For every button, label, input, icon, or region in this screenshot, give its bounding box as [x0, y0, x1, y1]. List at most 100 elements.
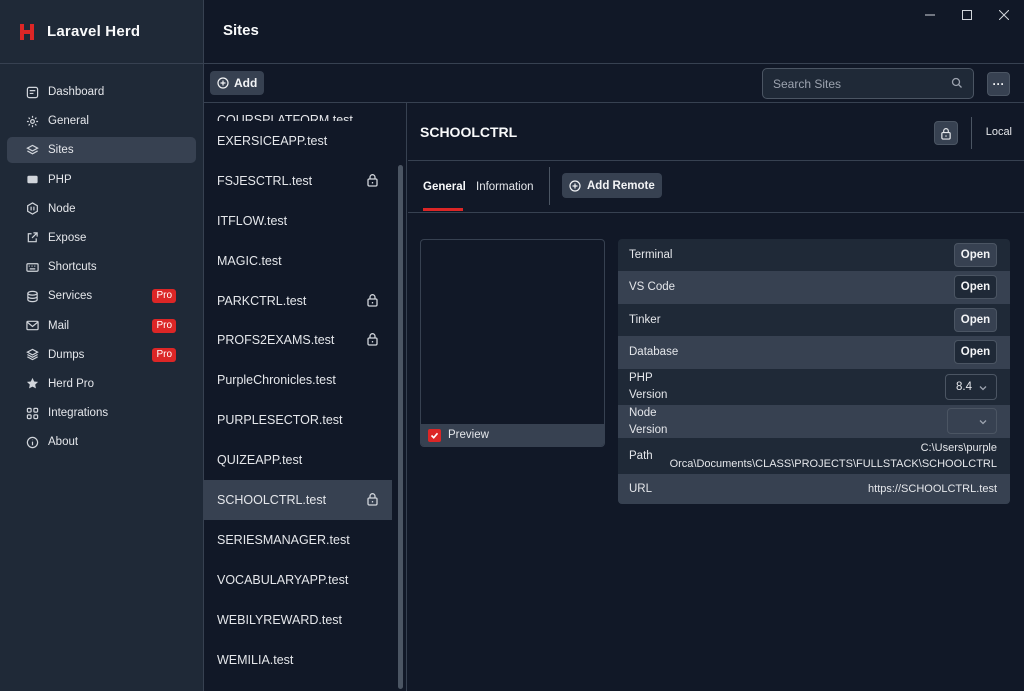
sidebar-item-expose[interactable]: Expose [7, 225, 196, 251]
open-tinker-button[interactable]: Open [954, 308, 997, 332]
site-item[interactable]: SERIESMANAGER.test [204, 520, 392, 560]
sites-scrollbar[interactable] [398, 165, 403, 689]
site-item[interactable]: PROFS2EXAMS.test [204, 320, 392, 360]
site-name: SERIESMANAGER.test [217, 532, 350, 547]
sidebar-item-label: Expose [48, 231, 87, 244]
sidebar-item-label: Services [48, 290, 93, 303]
header: Sites [204, 0, 1024, 64]
sidebar-item-mail[interactable]: Mail Pro [7, 313, 196, 339]
site-name: COURSPLATFORM.test [217, 113, 353, 121]
lock-icon [367, 173, 378, 187]
site-item-selected[interactable]: SCHOOLCTRL.test [204, 480, 392, 520]
tab-general[interactable]: General [423, 181, 466, 193]
site-name: PURPLESECTOR.test [217, 413, 343, 428]
pro-badge: Pro [152, 289, 176, 304]
site-item[interactable]: ITFLOW.test [204, 201, 392, 241]
label-line: Version [629, 423, 668, 436]
site-name: QUIZEAPP.test [217, 453, 303, 468]
info-icon [25, 435, 39, 449]
site-item[interactable]: WEMILIA.test [204, 640, 392, 680]
gear-icon [25, 114, 39, 128]
site-item[interactable]: MAGIC.test [204, 241, 392, 281]
sidebar-item-php[interactable]: PHP [7, 167, 196, 193]
sidebar-item-label: Shortcuts [48, 261, 97, 274]
sidebar-item-dumps[interactable]: Dumps Pro [7, 342, 196, 368]
plus-circle-icon [569, 179, 581, 192]
add-site-button[interactable]: Add [210, 71, 265, 95]
node-version-select[interactable] [947, 408, 997, 434]
open-terminal-button[interactable]: Open [954, 243, 997, 267]
label-line: Node [629, 406, 657, 419]
site-name: FSJESCTRL.test [217, 173, 313, 188]
sidebar-item-shortcuts[interactable]: Shortcuts [7, 254, 196, 280]
close-button[interactable] [993, 6, 1015, 24]
site-name: WEBILYREWARD.test [217, 612, 343, 627]
site-item[interactable]: PARKCTRL.test [204, 281, 392, 321]
check-icon [430, 432, 439, 439]
vscode-label: VS Code [629, 281, 676, 293]
node-version-row: Node Version [618, 405, 1010, 438]
path-row: Path C:\Users\purple Orca\Documents\CLAS… [618, 438, 1010, 474]
page-title: Sites [223, 22, 259, 39]
sidebar-item-about[interactable]: About [7, 429, 196, 455]
lock-icon [367, 493, 378, 506]
layers-icon [25, 143, 39, 157]
maximize-button[interactable] [956, 6, 978, 24]
sidebar-item-label: General [48, 115, 89, 128]
lock-icon [367, 293, 378, 307]
site-item[interactable]: PurpleChronicles.test [204, 360, 392, 400]
tinker-label: Tinker [629, 313, 661, 326]
add-remote-button[interactable]: Add Remote [562, 173, 662, 198]
site-item[interactable]: FSJESCTRL.test [204, 161, 392, 201]
site-item[interactable]: COURSPLATFORM.test [204, 103, 392, 121]
site-item[interactable]: VOCABULARYAPP.test [204, 560, 392, 600]
tab-information[interactable]: Information [476, 181, 534, 193]
site-item[interactable]: WEBILYREWARD.test [204, 600, 392, 640]
open-vscode-button[interactable]: Open [954, 275, 997, 299]
site-header: SCHOOLCTRL Local [408, 103, 1024, 161]
php-version-select[interactable]: 8.4 [945, 374, 997, 400]
path-line: Orca\Documents\CLASS\PROJECTS\FULLSTACK\… [669, 458, 997, 470]
sidebar-item-sites[interactable]: Sites [7, 137, 196, 164]
path-label: Path [629, 449, 653, 462]
plus-circle-icon [217, 77, 229, 89]
site-item[interactable]: EXERSICEAPP.test [204, 121, 392, 161]
minimize-button[interactable] [919, 6, 941, 24]
secure-toggle-button[interactable] [934, 121, 958, 145]
sidebar-item-label: About [48, 436, 79, 449]
keyboard-icon [25, 260, 39, 274]
site-item[interactable]: QUIZEAPP.test [204, 440, 392, 480]
dashboard-icon [25, 85, 39, 99]
tinker-row: Tinker Open [618, 304, 1010, 336]
search-box[interactable] [762, 68, 974, 99]
site-item[interactable]: PURPLESECTOR.test [204, 400, 392, 440]
close-icon [999, 10, 1009, 20]
location-label: Local [985, 126, 1012, 138]
open-database-button[interactable]: Open [954, 340, 997, 364]
path-value: C:\Users\purple Orca\Documents\CLASS\PRO… [670, 440, 997, 472]
preview-checkbox[interactable] [428, 428, 441, 442]
lock-icon [367, 333, 378, 347]
sidebar-item-label: Dashboard [48, 86, 105, 98]
grid-icon [25, 406, 39, 420]
sidebar-item-integrations[interactable]: Integrations [7, 400, 196, 426]
search-icon [951, 77, 962, 88]
site-detail: SCHOOLCTRL Local General Information Add… [408, 103, 1024, 691]
preview-label: Preview [448, 429, 489, 441]
site-name: PARKCTRL.test [217, 293, 307, 308]
sidebar-item-general[interactable]: General [7, 108, 196, 134]
sidebar-item-dashboard[interactable]: Dashboard [7, 79, 196, 105]
search-input[interactable] [773, 76, 943, 91]
more-options-button[interactable]: ··· [987, 72, 1010, 96]
sidebar-item-services[interactable]: Services Pro [7, 283, 196, 309]
site-name: EXERSICEAPP.test [217, 133, 328, 148]
sidebar-item-node[interactable]: Node [7, 196, 196, 222]
node-version-label: Node Version [629, 405, 667, 439]
sidebar-item-herd-pro[interactable]: Herd Pro [7, 371, 196, 397]
url-value[interactable]: https://SCHOOLCTRL.test [868, 481, 997, 497]
path-line: C:\Users\purple [920, 442, 997, 454]
database-row: Database Open [618, 336, 1010, 369]
site-name: MAGIC.test [217, 253, 282, 268]
site-title: SCHOOLCTRL [420, 124, 518, 140]
app-name: Laravel Herd [47, 23, 141, 40]
